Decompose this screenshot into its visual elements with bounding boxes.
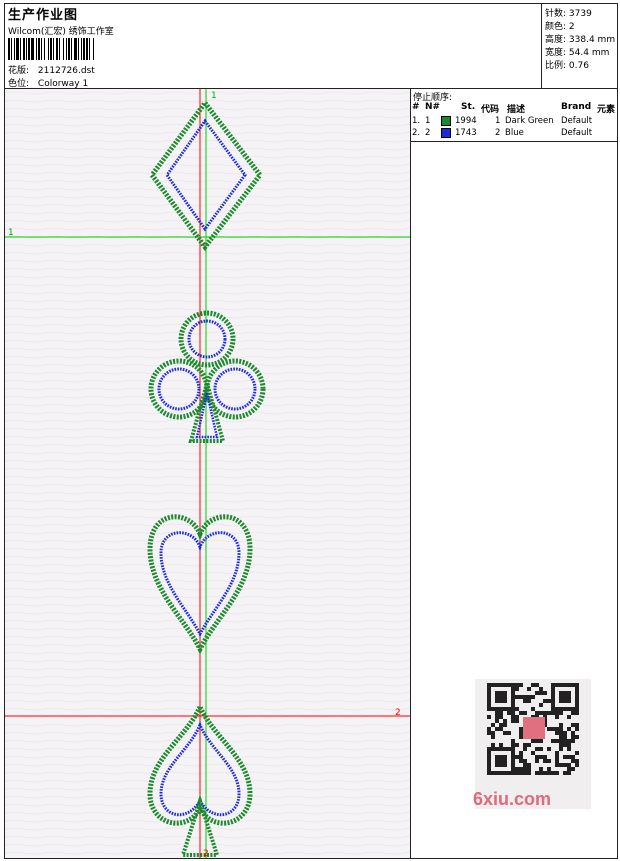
stop-sequence-table: 停止顺序: # N# St. 代码 描述 Brand 元素 1. 1 1994 … [411,89,617,142]
colorway-row: 色位: Colorway 1 [8,76,88,89]
design-preview: 1 1 2 2 [5,89,411,858]
col-needle: N# [425,102,441,112]
marker-right: 2 [395,708,401,718]
stop-sequence-panel: 停止顺序: # N# St. 代码 描述 Brand 元素 1. 1 1994 … [411,89,617,858]
qr-code-pattern [487,683,579,775]
stat-stitches: 针数: 3739 [545,9,592,19]
colorway-label: 色位: [8,79,30,89]
col-brand: Brand [561,102,592,112]
stat-scale: 比例: 0.76 [545,61,589,71]
marker-bottom: 2 [203,849,209,858]
col-index: # [412,102,420,112]
col-description: 描述 [507,105,526,115]
design-file-value: 2112726.dst [37,66,95,76]
barcode-image [8,38,141,60]
colorway-value: Colorway 1 [37,79,89,89]
design-file-label: 花版: [8,66,30,76]
stats-panel: 针数: 3739 颜色: 2 高度: 338.4 mm 宽度: 54.4 mm … [541,4,618,88]
stat-height: 高度: 338.4 mm [545,35,616,45]
design-canvas: 1 1 2 2 [5,89,410,858]
fabric-texture [5,89,410,858]
production-sheet: 生产作业图 Wilcom(汇宏) 绣饰工作室 花版: 2112726.dst 色… [4,3,618,859]
marker-top: 1 [211,91,217,101]
sheet-header: 生产作业图 Wilcom(汇宏) 绣饰工作室 花版: 2112726.dst 色… [5,4,617,89]
col-element: 元素 [597,105,616,115]
company-name: Wilcom(汇宏) 绣饰工作室 [8,27,114,37]
color-swatch [441,116,451,126]
sheet-title: 生产作业图 [8,8,79,23]
design-file-row: 花版: 2112726.dst [8,63,95,76]
col-code: 代码 [481,105,500,115]
color-swatch [441,128,451,138]
stat-colors: 颜色: 2 [545,22,575,32]
col-stitches: St. [461,102,476,112]
watermark-text: 6xiu.com [473,789,552,809]
stat-width: 宽度: 54.4 mm [545,48,610,58]
marker-left: 1 [8,228,14,238]
